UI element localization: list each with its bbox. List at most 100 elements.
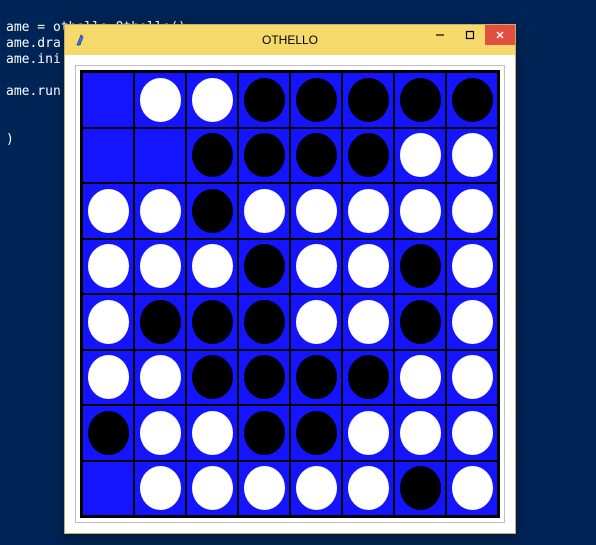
board-cell[interactable] xyxy=(446,294,498,350)
board-cell[interactable] xyxy=(342,239,394,295)
white-disc xyxy=(452,300,493,344)
board-cell[interactable] xyxy=(290,461,342,517)
board-cell[interactable] xyxy=(394,405,446,461)
board-cell[interactable] xyxy=(134,350,186,406)
board-cell[interactable] xyxy=(186,72,238,128)
board-cell[interactable] xyxy=(342,350,394,406)
board-cell[interactable] xyxy=(342,461,394,517)
board-cell[interactable] xyxy=(394,183,446,239)
board-cell[interactable] xyxy=(394,72,446,128)
black-disc xyxy=(244,300,285,344)
board-cell[interactable] xyxy=(446,461,498,517)
board-cell[interactable] xyxy=(290,350,342,406)
board-cell[interactable] xyxy=(290,72,342,128)
minimize-button[interactable] xyxy=(425,25,455,45)
white-disc xyxy=(192,78,233,122)
board-cell[interactable] xyxy=(186,239,238,295)
black-disc xyxy=(244,355,285,399)
board-cell[interactable] xyxy=(186,183,238,239)
black-disc xyxy=(400,300,441,344)
board-cell[interactable] xyxy=(290,405,342,461)
board-cell[interactable] xyxy=(342,294,394,350)
black-disc xyxy=(348,133,389,177)
code-line: ame.dra xyxy=(6,36,61,51)
white-disc xyxy=(140,411,181,455)
board-cell[interactable] xyxy=(290,239,342,295)
white-disc xyxy=(192,411,233,455)
board-frame xyxy=(75,65,505,523)
white-disc xyxy=(192,244,233,288)
board-cell[interactable] xyxy=(238,128,290,184)
board-cell[interactable] xyxy=(134,128,186,184)
board-cell[interactable] xyxy=(394,128,446,184)
window-titlebar[interactable]: OTHELLO xyxy=(65,25,515,55)
board-cell[interactable] xyxy=(134,405,186,461)
board-cell[interactable] xyxy=(342,183,394,239)
board-cell[interactable] xyxy=(446,350,498,406)
black-disc xyxy=(140,300,181,344)
board-cell[interactable] xyxy=(238,183,290,239)
black-disc xyxy=(452,78,493,122)
board-cell[interactable] xyxy=(82,350,134,406)
white-disc xyxy=(348,244,389,288)
white-disc xyxy=(400,411,441,455)
board-cell[interactable] xyxy=(82,128,134,184)
board-cell[interactable] xyxy=(238,405,290,461)
white-disc xyxy=(140,466,181,510)
board-cell[interactable] xyxy=(394,294,446,350)
board-cell[interactable] xyxy=(290,294,342,350)
board-cell[interactable] xyxy=(342,128,394,184)
white-disc xyxy=(452,189,493,233)
board-cell[interactable] xyxy=(134,461,186,517)
board-cell[interactable] xyxy=(186,294,238,350)
board-cell[interactable] xyxy=(134,239,186,295)
black-disc xyxy=(296,78,337,122)
board-cell[interactable] xyxy=(446,72,498,128)
board-cell[interactable] xyxy=(82,183,134,239)
white-disc xyxy=(400,133,441,177)
white-disc xyxy=(296,189,337,233)
board-cell[interactable] xyxy=(342,72,394,128)
white-disc xyxy=(296,244,337,288)
black-disc xyxy=(88,411,129,455)
board-cell[interactable] xyxy=(290,183,342,239)
board-cell[interactable] xyxy=(394,461,446,517)
close-button[interactable] xyxy=(485,25,515,45)
board-cell[interactable] xyxy=(82,461,134,517)
board-cell[interactable] xyxy=(290,128,342,184)
board-cell[interactable] xyxy=(186,461,238,517)
board-cell[interactable] xyxy=(446,183,498,239)
board-cell[interactable] xyxy=(186,128,238,184)
board-cell[interactable] xyxy=(446,405,498,461)
board-cell[interactable] xyxy=(238,350,290,406)
black-disc xyxy=(192,355,233,399)
board-cell[interactable] xyxy=(446,128,498,184)
white-disc xyxy=(140,189,181,233)
board-cell[interactable] xyxy=(134,183,186,239)
black-disc xyxy=(244,78,285,122)
black-disc xyxy=(244,411,285,455)
board-cell[interactable] xyxy=(82,294,134,350)
board-cell[interactable] xyxy=(82,72,134,128)
board-cell[interactable] xyxy=(394,350,446,406)
board-cell[interactable] xyxy=(186,350,238,406)
othello-board[interactable] xyxy=(80,70,500,518)
board-cell[interactable] xyxy=(82,405,134,461)
black-disc xyxy=(400,244,441,288)
black-disc xyxy=(244,244,285,288)
board-cell[interactable] xyxy=(134,294,186,350)
board-cell[interactable] xyxy=(238,461,290,517)
board-cell[interactable] xyxy=(82,239,134,295)
board-cell[interactable] xyxy=(238,72,290,128)
maximize-button[interactable] xyxy=(455,25,485,45)
board-cell[interactable] xyxy=(134,72,186,128)
board-cell[interactable] xyxy=(238,239,290,295)
board-cell[interactable] xyxy=(446,239,498,295)
board-cell[interactable] xyxy=(238,294,290,350)
board-cell[interactable] xyxy=(342,405,394,461)
white-disc xyxy=(88,189,129,233)
white-disc xyxy=(348,466,389,510)
board-cell[interactable] xyxy=(394,239,446,295)
black-disc xyxy=(192,300,233,344)
board-cell[interactable] xyxy=(186,405,238,461)
